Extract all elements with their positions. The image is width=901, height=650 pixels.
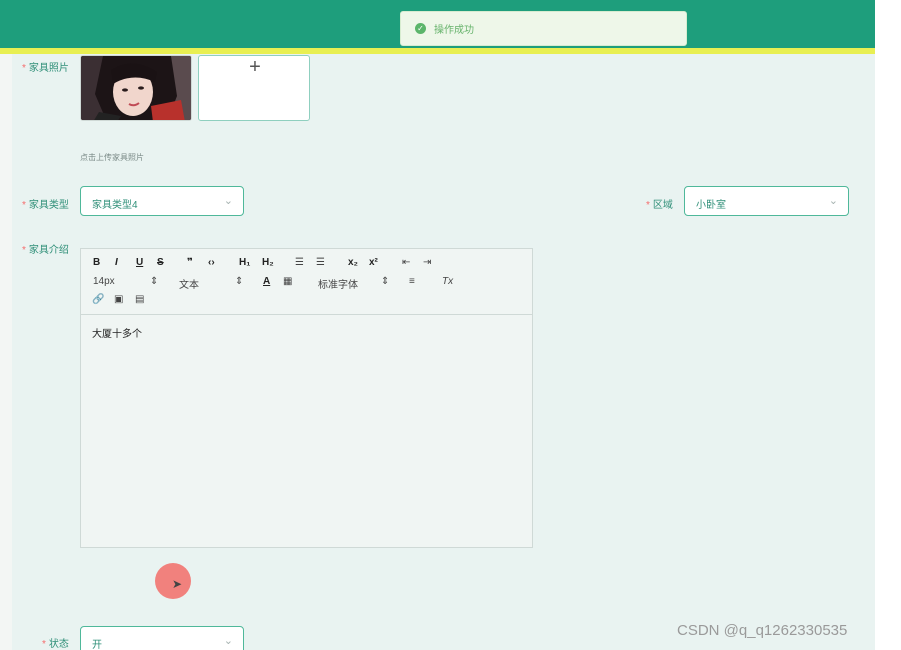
photo-label: * 家具照片 bbox=[22, 63, 69, 74]
status-select-value: 开 bbox=[92, 640, 102, 650]
area-select[interactable]: 小卧室 ⌄ bbox=[684, 186, 849, 216]
dropdown-caret-icon: ⇕ bbox=[235, 276, 244, 287]
underline-button[interactable]: U bbox=[136, 257, 143, 268]
success-check-icon: ✓ bbox=[415, 23, 426, 34]
photo-upload-hint: 点击上传家具照片 bbox=[80, 153, 144, 162]
subscript-button[interactable]: x₂ bbox=[348, 257, 358, 268]
heading2-button[interactable]: H₂ bbox=[262, 257, 274, 268]
link-icon[interactable]: 🔗 bbox=[92, 294, 104, 305]
toast-message: 操作成功 bbox=[434, 25, 474, 36]
csdn-watermark: CSDN @q_q1262330535 bbox=[677, 622, 848, 639]
image-icon[interactable]: ▣ bbox=[114, 294, 123, 305]
dropdown-caret-icon: ⇕ bbox=[150, 276, 159, 287]
chevron-down-icon: ⌄ bbox=[223, 195, 233, 207]
italic-button[interactable]: I bbox=[115, 257, 118, 268]
status-select[interactable]: 开 ⌄ bbox=[80, 626, 244, 650]
uploaded-photo-thumbnail[interactable] bbox=[80, 55, 192, 121]
clear-format-icon[interactable]: Tx bbox=[442, 276, 453, 287]
left-gutter bbox=[0, 54, 12, 650]
align-icon[interactable]: ≡ bbox=[409, 276, 415, 287]
chevron-down-icon: ⌄ bbox=[828, 195, 838, 207]
background-color-icon[interactable]: ▦ bbox=[283, 276, 292, 287]
code-block-icon[interactable]: ‹› bbox=[208, 257, 215, 268]
font-size-select[interactable]: 14px bbox=[93, 276, 115, 287]
area-select-value: 小卧室 bbox=[696, 200, 726, 211]
header-accent-stripe bbox=[0, 48, 875, 54]
app-window: ✓ 操作成功 * 家具照片 + 点击上传家具照片 * 家具类型 家具类型4 ⌄ * 区… bbox=[0, 0, 875, 650]
upload-photo-button[interactable]: + bbox=[198, 55, 310, 121]
rich-text-editor: B I U S ❞ ‹› H₁ H₂ ☰ ☰ x₂ x² ⇤ ⇥ 14px ⇕ … bbox=[80, 248, 533, 548]
font-family-select[interactable]: 标准字体 bbox=[318, 276, 358, 291]
type-label: * 家具类型 bbox=[22, 200, 69, 211]
heading1-button[interactable]: H₁ bbox=[239, 257, 250, 268]
bullet-list-icon[interactable]: ☰ bbox=[316, 257, 325, 268]
type-select-value: 家具类型4 bbox=[92, 200, 138, 211]
superscript-button[interactable]: x² bbox=[369, 257, 378, 268]
blockquote-icon[interactable]: ❞ bbox=[187, 257, 193, 268]
indent-increase-icon[interactable]: ⇥ bbox=[423, 257, 431, 268]
success-toast: ✓ 操作成功 bbox=[400, 11, 687, 46]
editor-toolbar: B I U S ❞ ‹› H₁ H₂ ☰ ☰ x₂ x² ⇤ ⇥ 14px ⇕ … bbox=[81, 249, 532, 315]
dropdown-caret-icon: ⇕ bbox=[381, 276, 390, 287]
plus-icon: + bbox=[249, 56, 261, 78]
area-label: * 区域 bbox=[646, 200, 673, 211]
editor-content-text[interactable]: 大厦十多个 bbox=[92, 325, 142, 340]
bold-button[interactable]: B bbox=[93, 257, 100, 268]
intro-label: * 家具介绍 bbox=[22, 245, 69, 256]
text-type-select[interactable]: 文本 bbox=[179, 276, 199, 291]
pointer-arrow-icon: ➤ bbox=[172, 577, 183, 591]
video-icon[interactable]: ▤ bbox=[135, 294, 144, 305]
portrait-image bbox=[81, 56, 191, 120]
font-color-icon[interactable]: A bbox=[263, 276, 270, 287]
type-select[interactable]: 家具类型4 ⌄ bbox=[80, 186, 244, 216]
ordered-list-icon[interactable]: ☰ bbox=[295, 257, 304, 268]
strike-button[interactable]: S bbox=[157, 257, 164, 268]
indent-decrease-icon[interactable]: ⇤ bbox=[402, 257, 410, 268]
chevron-down-icon: ⌄ bbox=[223, 635, 233, 647]
status-label: * 状态 bbox=[42, 639, 69, 650]
